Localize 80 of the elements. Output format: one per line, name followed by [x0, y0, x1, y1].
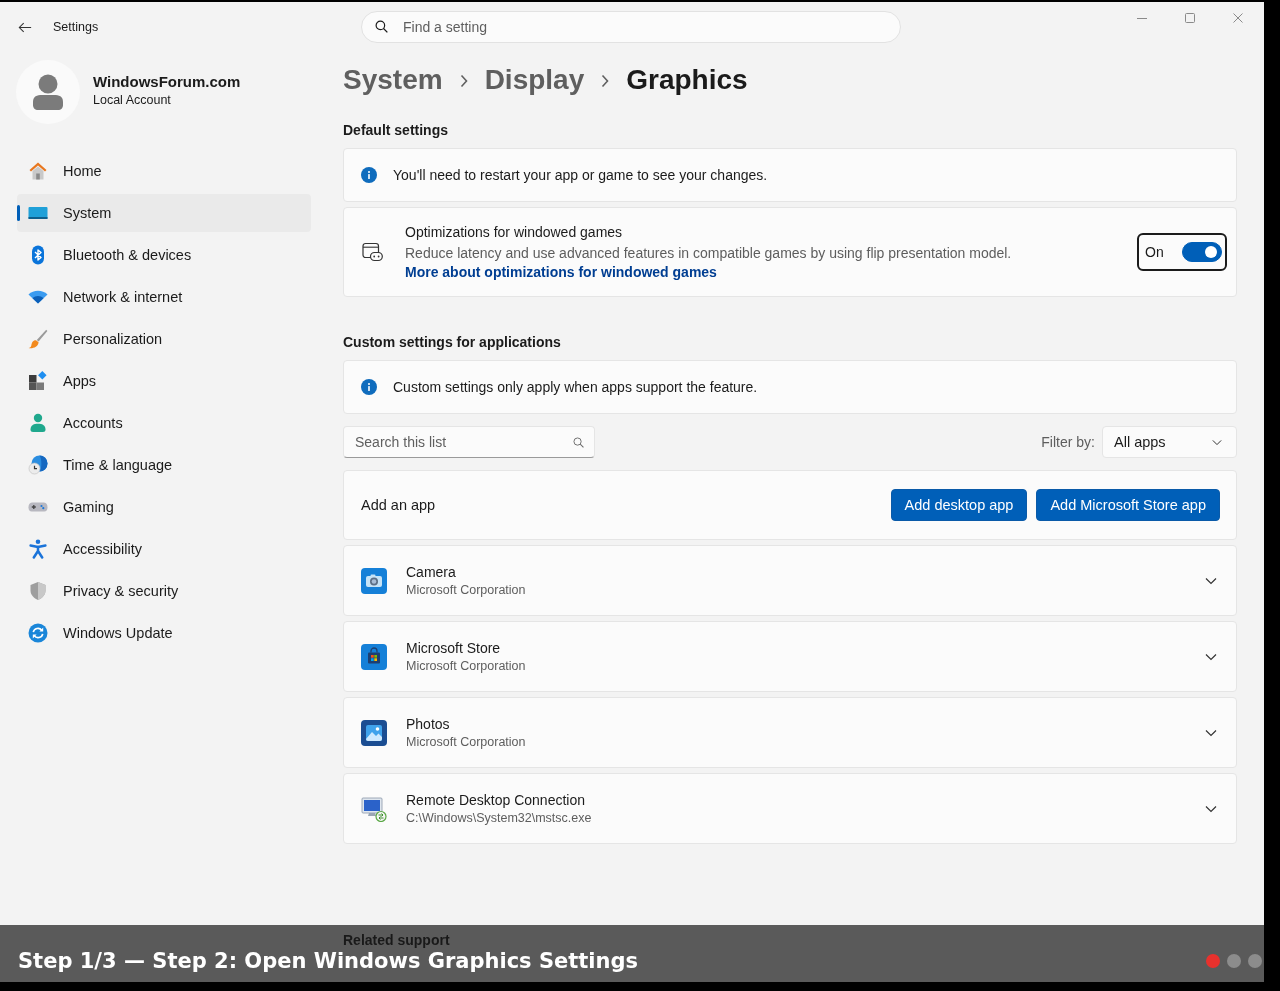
breadcrumb-link[interactable]: Display	[484, 62, 585, 98]
chevron-down-icon[interactable]	[1205, 652, 1217, 661]
breadcrumb-link[interactable]: System	[343, 62, 443, 98]
learn-more-link[interactable]: More about optimizations for windowed games	[405, 264, 717, 280]
search-icon	[573, 437, 584, 448]
sidebar-item[interactable]: Apps	[17, 362, 311, 400]
app-card[interactable]: Photos Microsoft Corporation	[343, 697, 1237, 768]
add-app-label: Add an app	[361, 497, 436, 513]
chevron-down-icon[interactable]	[1205, 728, 1217, 737]
sidebar-item[interactable]: Accessibility	[17, 530, 311, 568]
sidebar-item[interactable]: Time & language	[17, 446, 311, 484]
chevron-down-icon[interactable]	[1205, 804, 1217, 813]
app-name: Microsoft Store	[406, 638, 502, 658]
step-dot[interactable]	[1206, 953, 1220, 968]
app-detail: Microsoft Corporation	[406, 733, 526, 751]
sidebar-item[interactable]: Windows Update	[17, 614, 311, 652]
brush-icon	[28, 329, 48, 349]
game-window-icon	[362, 242, 383, 262]
home-icon	[28, 161, 48, 181]
app-name: Camera	[406, 562, 457, 582]
section-heading: Related support	[343, 932, 451, 948]
camera-app-icon	[361, 567, 387, 594]
shield-icon	[28, 581, 48, 601]
app-detail: C:\Windows\System32\mstsc.exe	[406, 809, 592, 827]
app-name: Remote Desktop Connection	[406, 790, 586, 810]
add-app-button[interactable]: Add Microsoft Store app	[1036, 489, 1220, 521]
app-detail: Microsoft Corporation	[406, 581, 526, 599]
step-dot[interactable]	[1227, 953, 1241, 968]
globe-clock-icon	[28, 455, 48, 475]
add-app-button[interactable]: Add desktop app	[890, 489, 1028, 521]
chevron-right-icon	[601, 74, 610, 88]
sidebar-item[interactable]: Home	[17, 152, 311, 190]
chevron-down-icon	[1212, 438, 1222, 446]
monitor-connection-app-icon	[361, 795, 387, 822]
sync-arrows-icon	[28, 623, 48, 643]
sidebar-item[interactable]: System	[17, 194, 311, 232]
chevron-down-icon[interactable]	[1205, 576, 1217, 585]
app-name: Photos	[406, 714, 451, 734]
sidebar-item[interactable]: Privacy & security	[17, 572, 311, 610]
minimize-icon	[1137, 17, 1147, 19]
section-heading: Custom settings for applications	[343, 333, 562, 352]
setting-description: Reduce latency and use advanced features in compatible games by using flip presentation model. More about optimizations for windowed games	[405, 244, 1013, 282]
filter-dropdown[interactable]: All apps	[1102, 426, 1237, 458]
sidebar-item[interactable]: Personalization	[17, 320, 311, 358]
chevron-right-icon	[459, 74, 468, 88]
section-heading: Default settings	[343, 121, 449, 140]
info-message: Custom settings only apply when apps support the feature.	[393, 379, 758, 395]
window-title: Settings	[53, 20, 99, 34]
setting-title: Optimizations for windowed games	[405, 223, 624, 242]
sidebar-item[interactable]: Network & internet	[17, 278, 311, 316]
maximize-icon	[1185, 13, 1195, 23]
account-type: Local Account	[93, 91, 172, 109]
toggle-switch[interactable]: On	[1137, 233, 1227, 271]
search-field[interactable]: Search this list	[343, 426, 595, 458]
app-card[interactable]: Remote Desktop Connection C:\Windows\System32\mstsc.exe	[343, 773, 1237, 844]
step-dot[interactable]	[1248, 953, 1262, 968]
filter-label: Filter by:	[1041, 434, 1095, 450]
selection-indicator	[17, 205, 20, 221]
search-field[interactable]: Find a setting	[361, 11, 901, 43]
sidebar-item[interactable]: Accounts	[17, 404, 311, 442]
caption-text: Step 1/3 — Step 2: Open Windows Graphics Settings	[18, 949, 639, 972]
sidebar-item[interactable]: Gaming	[17, 488, 311, 526]
apps-grid-icon	[28, 371, 48, 391]
back-arrow-icon	[18, 21, 32, 33]
avatar	[16, 60, 80, 124]
info-icon	[361, 379, 377, 395]
app-card[interactable]: Camera Microsoft Corporation	[343, 545, 1237, 616]
accessibility-figure-icon	[28, 539, 48, 559]
app-card[interactable]: Microsoft Store Microsoft Corporation	[343, 621, 1237, 692]
info-message: You'll need to restart your app or game to see your changes.	[393, 167, 768, 183]
store-bag-app-icon	[361, 643, 387, 670]
person-icon	[28, 413, 48, 433]
sidebar-item[interactable]: Bluetooth & devices	[17, 236, 311, 274]
app-detail: Microsoft Corporation	[406, 657, 526, 675]
search-icon	[375, 20, 388, 33]
close-icon	[1233, 13, 1243, 23]
landscape-picture-app-icon	[361, 719, 387, 746]
page-title: Graphics	[626, 63, 748, 97]
account-name: WindowsForum.com	[93, 71, 241, 92]
info-icon	[361, 167, 377, 183]
